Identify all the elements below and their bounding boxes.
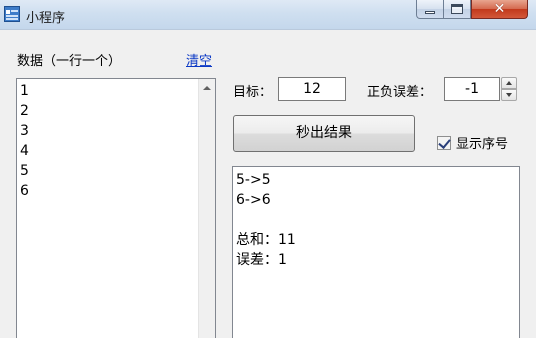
spin-down-icon[interactable] [501,89,517,101]
list-item: 5 [20,163,29,179]
result-line: 总和：11 [236,232,296,248]
close-button[interactable]: ✕ [471,0,528,19]
result-line: 5->5 [236,172,271,188]
maximize-button[interactable] [444,0,471,19]
window-title: 小程序 [26,11,66,26]
show-index-checkbox[interactable] [437,135,451,150]
list-item: 4 [20,143,29,159]
run-button[interactable]: 秒出结果 [233,115,415,152]
list-item: 6 [20,183,29,199]
vertical-scrollbar[interactable] [198,79,215,338]
show-index-option[interactable]: 显示序号 [437,133,508,152]
tolerance-label: 正负误差： [367,85,433,100]
result-line: 误差：1 [236,252,287,268]
maximize-icon [451,4,463,14]
result-lines: 5->5 6->6 总和：11 误差：1 [236,170,296,270]
tolerance-spinner[interactable] [501,77,517,102]
tolerance-input[interactable]: -1 [444,77,500,101]
scroll-up-icon[interactable] [203,86,211,90]
app-icon [4,6,20,22]
list-item: 2 [20,103,29,119]
minimize-icon [425,10,435,14]
close-icon: ✕ [493,1,506,17]
spin-up-icon[interactable] [501,77,517,89]
result-textarea[interactable]: 5->5 6->6 总和：11 误差：1 [232,166,520,338]
result-line [236,210,296,230]
result-line: 6->6 [236,192,271,208]
target-label: 目标： [233,85,273,100]
title-bar[interactable]: 小程序 ✕ [0,0,536,30]
target-input[interactable]: 12 [278,77,346,101]
show-index-label: 显示序号 [456,137,509,152]
data-list: 1 2 3 4 5 6 [20,81,29,201]
list-item: 3 [20,123,29,139]
minimize-button[interactable] [416,0,444,19]
data-label: 数据（一行一个） [17,54,122,69]
clear-link[interactable]: 清空 [186,50,212,69]
list-item: 1 [20,83,29,99]
data-input-textarea[interactable]: 1 2 3 4 5 6 [16,78,216,338]
